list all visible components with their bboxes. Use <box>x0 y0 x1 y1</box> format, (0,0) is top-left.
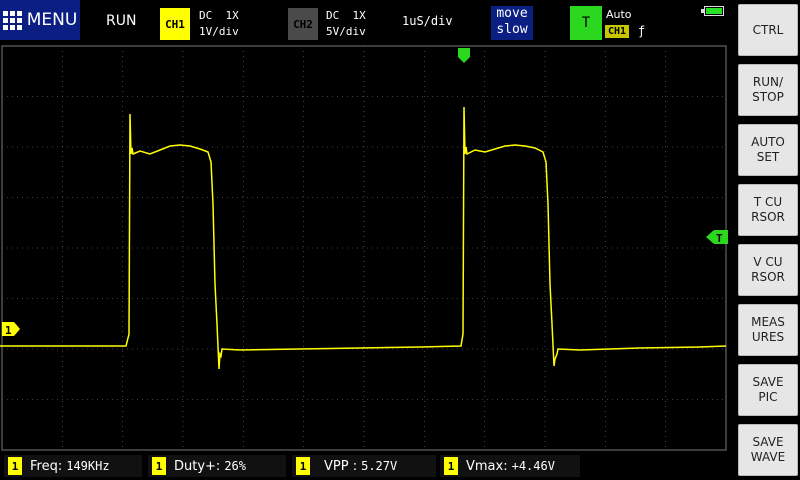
save-pic-button[interactable]: SAVE PIC <box>738 364 798 416</box>
move-speed: slow <box>496 22 528 37</box>
measure-value: 5.27V <box>361 459 398 473</box>
ch2-badge[interactable]: CH2 <box>288 8 318 40</box>
trigger-level-label: T <box>716 232 723 245</box>
battery-fill <box>706 8 722 14</box>
measure-label: VPP : <box>324 458 358 474</box>
measure-label: Duty+: <box>174 458 221 474</box>
trigger-badge[interactable]: T <box>570 6 602 40</box>
ch2-settings[interactable]: DC 1X 5V/div <box>326 8 366 40</box>
move-label: move <box>496 6 528 21</box>
ch1-level-marker[interactable]: 1 <box>2 322 20 337</box>
save-wave-button[interactable]: SAVE WAVE <box>738 424 798 476</box>
trigger-position-marker[interactable] <box>458 48 470 63</box>
measure-vmax[interactable]: 1 Vmax: +4.46V <box>440 455 580 477</box>
ch1-badge[interactable]: CH1 <box>160 8 190 40</box>
trigger-source[interactable]: CH1 <box>605 25 630 38</box>
ch1-waveform <box>0 106 727 370</box>
measure-vpp[interactable]: 1 VPP : 5.27V <box>292 455 436 477</box>
measure-channel-tag: 1 <box>444 457 458 475</box>
rising-edge-icon: ƒ <box>638 24 646 38</box>
ctrl-button[interactable]: CTRL <box>738 4 798 56</box>
voltage-cursor-button[interactable]: V CU RSOR <box>738 244 798 296</box>
grid-menu-icon <box>2 10 22 30</box>
trigger-position-shape <box>458 48 470 63</box>
graticule <box>1 45 727 451</box>
measure-value: +4.46V <box>511 459 555 473</box>
ch2-scale: 5V/div <box>326 25 366 38</box>
measure-label: Vmax: <box>466 458 508 474</box>
ch1-coupling: DC 1X <box>199 9 239 22</box>
timebase[interactable]: 1uS/div <box>402 14 453 28</box>
measures-button[interactable]: MEAS URES <box>738 304 798 356</box>
trigger-level-marker[interactable]: T <box>706 230 728 245</box>
measure-channel-tag: 1 <box>8 457 22 475</box>
measure-channel-tag: 1 <box>152 457 166 475</box>
measure-freq[interactable]: 1 Freq: 149KHz <box>4 455 142 477</box>
menu-button[interactable]: MENU <box>0 0 80 40</box>
ch2-coupling: DC 1X <box>326 9 366 22</box>
measure-duty[interactable]: 1 Duty+: 26% <box>148 455 286 477</box>
auto-set-button[interactable]: AUTO SET <box>738 124 798 176</box>
ch1-settings[interactable]: DC 1X 1V/div <box>199 8 239 40</box>
run-status[interactable]: RUN <box>106 13 136 29</box>
menu-label: MENU <box>26 10 78 30</box>
scope-display[interactable]: 1 T <box>0 44 730 454</box>
run-stop-button[interactable]: RUN/ STOP <box>738 64 798 116</box>
trigger-mode[interactable]: Auto <box>606 8 632 21</box>
battery-icon <box>704 6 724 16</box>
measure-label: Freq: <box>30 458 63 474</box>
time-cursor-button[interactable]: T CU RSOR <box>738 184 798 236</box>
measure-value: 26% <box>224 459 246 473</box>
ch1-marker-label: 1 <box>5 324 12 337</box>
measure-value: 149KHz <box>66 459 110 473</box>
ch1-scale: 1V/div <box>199 25 239 38</box>
move-speed-toggle[interactable]: move slow <box>491 6 533 40</box>
measure-channel-tag: 1 <box>296 457 310 475</box>
